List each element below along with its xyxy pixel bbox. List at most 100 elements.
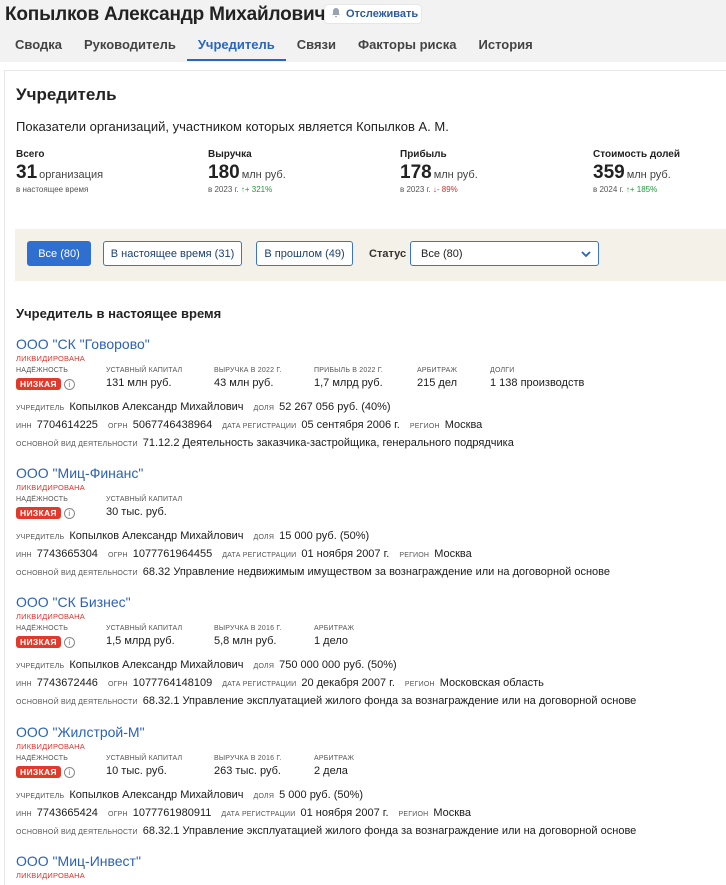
stat-total-value: 31 <box>16 162 38 183</box>
share-value: 5 000 руб. (50%) <box>279 789 364 801</box>
reg-date-value: 01 ноября 2007 г. <box>301 548 390 560</box>
stat-shares-label: Стоимость долей <box>593 149 681 160</box>
share-label: Доля <box>253 534 275 541</box>
revenue-label: Выручка в 2016 г. <box>214 755 282 762</box>
stat-profit-unit: млн руб. <box>433 169 478 181</box>
stat-revenue-change: + 321% <box>244 185 273 194</box>
company-name-link[interactable]: ООО "СК Бизнес" <box>16 594 716 610</box>
arbitration-label: Арбитраж <box>314 755 355 762</box>
bell-icon <box>331 7 341 21</box>
ogrn-label: ОГРН <box>107 811 128 818</box>
inn-value: 7743665424 <box>36 807 98 819</box>
stat-shares-value: 359 <box>593 162 625 183</box>
founder-label: Учредитель <box>16 405 65 412</box>
ogrn-value: 5067746438964 <box>132 419 213 431</box>
stat-profit-change: - 89% <box>436 185 458 194</box>
stat-revenue-label: Выручка <box>208 149 252 160</box>
risk-badge: НИЗКАЯ <box>16 378 61 390</box>
info-icon[interactable]: i <box>63 507 75 519</box>
tab-history[interactable]: История <box>468 31 544 61</box>
capital-label: Уставный капитал <box>106 367 183 374</box>
stat-total-note: в настоящее время <box>16 185 89 194</box>
region-value: Москва <box>433 807 471 819</box>
tab-founder[interactable]: Учредитель <box>186 31 286 61</box>
company-name-link[interactable]: ООО "Миц-Финанс" <box>16 465 716 481</box>
info-icon[interactable]: i <box>63 378 75 390</box>
region-label: Регион <box>398 811 429 818</box>
capital-label: Уставный капитал <box>106 496 183 503</box>
profile-header: Копылков Александр Михайлович Отслеживат… <box>0 0 726 62</box>
stat-revenue-note: в 2023 г. <box>208 185 239 194</box>
stat-shares-note: в 2024 г. <box>593 185 624 194</box>
list-title: Учредитель в настоящее время <box>16 306 222 321</box>
founder-value: Копылков Александр Михайлович <box>69 659 244 671</box>
capital-value: 1,5 млрд руб. <box>106 635 175 647</box>
activity-label: Основной вид деятельности <box>16 441 138 448</box>
profit-label: Прибыль в 2022 г. <box>314 367 384 374</box>
reg-date-value: 01 ноября 2007 г. <box>300 807 389 819</box>
debts-label: Долги <box>490 367 515 374</box>
capital-label: Уставный капитал <box>106 625 183 632</box>
reg-date-label: Дата регистрации <box>222 552 297 559</box>
reliability-label: Надёжность <box>16 496 69 503</box>
company-name-link[interactable]: ООО "Миц-Инвест" <box>16 853 716 869</box>
stat-shares: Стоимость долей 359 млн руб. в 2024 г. ↑+… <box>593 149 680 194</box>
info-icon[interactable]: i <box>63 766 75 778</box>
company-status: ЛИКВИДИРОВАНА <box>16 871 85 880</box>
section-subheading: Показатели организаций, участником котор… <box>16 119 449 134</box>
inn-label: ИНН <box>16 681 32 688</box>
company-name-link[interactable]: ООО "СК "Говорово" <box>16 336 716 352</box>
reliability-label: Надёжность <box>16 755 69 762</box>
status-select[interactable]: Все (80) <box>410 241 599 266</box>
filter-past-button[interactable]: В прошлом (49) <box>256 241 353 266</box>
reg-date-label: Дата регистрации <box>222 423 297 430</box>
tab-risk-factors[interactable]: Факторы риска <box>347 31 468 61</box>
share-value: 52 267 056 руб. (40%) <box>279 401 391 413</box>
company-name-link[interactable]: ООО "Жилстрой-М" <box>16 724 716 740</box>
follow-button[interactable]: Отслеживать <box>324 4 422 24</box>
revenue-label: Выручка в 2022 г. <box>214 367 282 374</box>
stat-shares-unit: млн руб. <box>626 169 671 181</box>
activity-label: Основной вид деятельности <box>16 699 138 706</box>
inn-label: ИНН <box>16 552 32 559</box>
company-status: ЛИКВИДИРОВАНА <box>16 742 85 751</box>
arbitration-value: 1 дело <box>314 635 349 647</box>
founder-label: Учредитель <box>16 663 65 670</box>
company-status: ЛИКВИДИРОВАНА <box>16 612 85 621</box>
capital-value: 10 тыс. руб. <box>106 765 167 777</box>
risk-badge: НИЗКАЯ <box>16 636 61 648</box>
founder-value: Копылков Александр Михайлович <box>69 401 244 413</box>
inn-label: ИНН <box>16 423 32 430</box>
share-value: 15 000 руб. (50%) <box>279 530 370 542</box>
filter-all-button[interactable]: Все (80) <box>27 241 91 266</box>
filter-current-button[interactable]: В настоящее время (31) <box>103 241 242 266</box>
reg-date-value: 20 декабря 2007 г. <box>301 677 395 689</box>
stat-profit-value: 178 <box>400 162 432 183</box>
section-title: Учредитель <box>16 85 117 104</box>
ogrn-label: ОГРН <box>107 423 128 430</box>
tab-bar: Сводка Руководитель Учредитель Связи Фак… <box>0 31 544 61</box>
risk-badge: НИЗКАЯ <box>16 507 61 519</box>
activity-label: Основной вид деятельности <box>16 829 138 836</box>
tab-connections[interactable]: Связи <box>286 31 347 61</box>
revenue-label: Выручка в 2016 г. <box>214 625 282 632</box>
stat-profit: Прибыль 178 млн руб. в 2023 г. ↓- 89% <box>400 149 478 194</box>
reliability-label: Надёжность <box>16 367 69 374</box>
company-card: ООО "СК "Говорово" ЛИКВИДИРОВАНА Надёжно… <box>16 336 716 451</box>
tab-director[interactable]: Руководитель <box>73 31 187 61</box>
stat-revenue-unit: млн руб. <box>241 169 286 181</box>
person-name: Копылков Александр Михайлович <box>5 4 326 25</box>
tab-summary[interactable]: Сводка <box>0 31 73 61</box>
risk-badge: НИЗКАЯ <box>16 766 61 778</box>
activity-value: 71.12.2 Деятельность заказчика-застройщи… <box>142 437 514 449</box>
region-value: Москва <box>434 548 472 560</box>
founder-value: Копылков Александр Михайлович <box>69 530 244 542</box>
stat-total: Всего 31 организация в настоящее время <box>16 149 103 194</box>
ogrn-label: ОГРН <box>107 681 128 688</box>
ogrn-value: 1077761980911 <box>132 807 212 819</box>
stat-profit-label: Прибыль <box>400 149 447 160</box>
region-label: Регион <box>409 423 440 430</box>
inn-value: 7743665304 <box>36 548 98 560</box>
info-icon[interactable]: i <box>63 636 75 648</box>
ogrn-value: 1077761964455 <box>132 548 213 560</box>
